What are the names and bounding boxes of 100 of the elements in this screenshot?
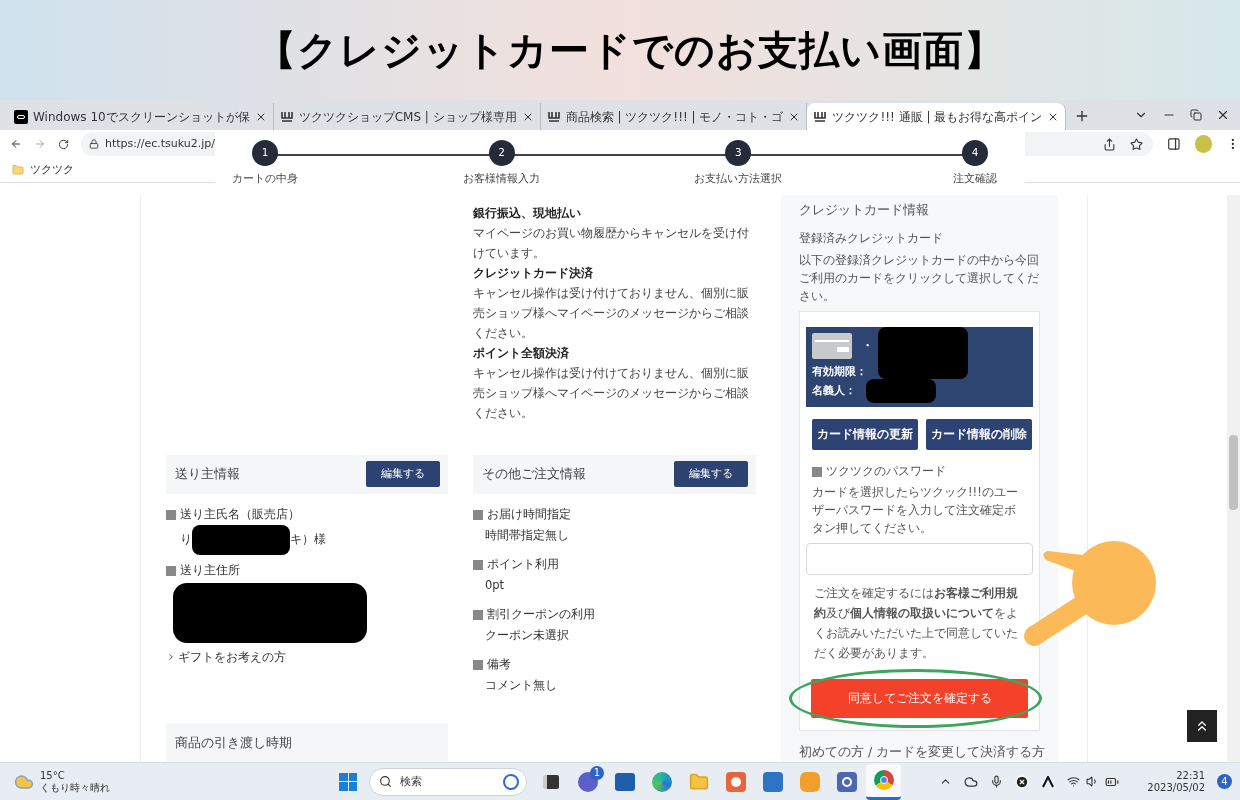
folder-icon	[12, 164, 24, 176]
share-icon[interactable]	[1102, 137, 1116, 151]
field-value: り	[180, 530, 192, 548]
store-icon[interactable]	[614, 772, 635, 791]
step-label: お客様情報入力	[463, 171, 541, 186]
bullet-square-icon	[473, 659, 483, 670]
step-label: カートの中身	[232, 171, 298, 186]
temperature-text: 15°C	[40, 769, 66, 782]
subsection-title: 登録済みクレジットカード	[799, 229, 944, 247]
mail-app-icon[interactable]	[725, 771, 746, 792]
field-label: ポイント利用	[487, 555, 559, 573]
contact-app-icon[interactable]	[836, 771, 857, 792]
chevron-right-icon	[166, 652, 176, 663]
restore-icon[interactable]	[1190, 109, 1202, 121]
panel-title: クレジットカード情報	[799, 201, 930, 219]
bullet-square-icon	[473, 559, 483, 570]
back-icon[interactable]	[10, 137, 22, 151]
wifi-icon[interactable]	[1067, 775, 1081, 788]
back-to-top-button[interactable]	[1187, 710, 1217, 742]
tab-title: Windows 10でスクリーンショットが保	[33, 108, 250, 126]
policy-text: キャンセル操作は受け付けておりません、個別に販売ショップ様へマイページのメッセージからご相談ください。	[473, 285, 750, 342]
expiry-label: 有効期限：	[812, 364, 867, 379]
policy-heading: 銀行振込、現地払い	[473, 205, 582, 222]
circle-logo-icon	[503, 773, 519, 790]
bullet-square-icon	[166, 565, 176, 576]
round-logo-icon[interactable]	[873, 770, 894, 790]
field-value: キ）様	[290, 530, 326, 548]
confirm-order-button[interactable]: 同意してご注文を確定する	[811, 679, 1028, 719]
site-logo-icon	[14, 109, 28, 124]
bullet-square-icon	[166, 509, 176, 520]
field-label: 割引クーポンの利用	[487, 605, 595, 623]
field-value: 時間帯指定無し	[485, 527, 569, 545]
section-title: 送り主情報	[175, 465, 240, 484]
start-icon[interactable]	[339, 772, 357, 791]
badge: 1	[590, 765, 604, 780]
instruction-text: カードを選択したらツクック!!!のユーザーパスワードを入力して注文確定ボタン押してください。	[811, 484, 1019, 538]
banner-title: 【クレジットカードでのお支払い画面】	[255, 26, 1005, 75]
avatar	[1194, 135, 1213, 153]
tab-title: 商品検索 | ツクツク!!! | モノ・コト・ゴ	[565, 108, 784, 126]
x-circle-icon[interactable]	[1015, 774, 1030, 789]
agreement-text: ご注文を確定するにはお客様ご利用規約及び個人情報の取扱いについてをよくお読みいただいた上で同意していただく必要があります。	[813, 585, 1019, 663]
bookmark-star-icon[interactable]	[1129, 137, 1143, 151]
field-label: お届け時間指定	[487, 505, 571, 523]
card-number-text: ・	[862, 338, 873, 354]
side-panel-icon[interactable]	[1166, 137, 1181, 151]
browser-icon[interactable]	[651, 771, 672, 792]
reload-icon[interactable]	[57, 137, 69, 151]
bullet-square-icon	[812, 466, 822, 477]
edit-button[interactable]: 編集する	[366, 461, 440, 488]
close-icon[interactable]	[1216, 108, 1230, 122]
step-label: お支払い方法選択	[694, 171, 783, 186]
search-icon	[379, 774, 392, 788]
section-title: 商品の引き渡し時期	[175, 733, 292, 752]
photo-app-icon[interactable]	[762, 771, 783, 792]
bullet-square-icon	[473, 509, 483, 520]
step-label: 注文確認	[952, 171, 997, 186]
cloud-icon[interactable]	[964, 774, 979, 789]
policy-text: マイページのお買い物履歴からキャンセルを受け付けています。	[473, 225, 750, 262]
weather-text: くもり時々晴れ	[40, 781, 110, 794]
tab-title: ツクツクショップCMS | ショップ様専用	[298, 108, 517, 126]
policy-heading: ポイント全額決済	[473, 345, 570, 362]
taskbar-app-button[interactable]: 1	[570, 763, 605, 800]
card-icon	[812, 333, 852, 359]
microphone-icon[interactable]	[990, 775, 1004, 788]
browser-tab[interactable]: ツクツク!!! 通販 | 最もお得な高ポイン	[807, 103, 1067, 130]
section-title: その他ご注文情報	[482, 465, 586, 484]
field-label: ツクツクのパスワード	[826, 463, 946, 480]
address-field[interactable]: https://ec.tsuku2.jp/	[81, 132, 215, 156]
taskbar-search-field[interactable]: 検索	[369, 767, 527, 796]
subsection-title: 初めての方 / カードを変更して決済する方	[799, 743, 1046, 762]
policy-heading: クレジットカード決済	[473, 265, 594, 282]
edit-button[interactable]: 編集する	[674, 461, 748, 488]
taskbar-app-button[interactable]	[866, 763, 901, 800]
registered-card[interactable]: ・ 有効期限： 名義人：	[806, 327, 1033, 407]
shop-logo-icon	[546, 109, 561, 124]
lock-icon	[89, 139, 99, 149]
bullet-square-icon	[473, 609, 483, 620]
holder-label: 名義人：	[812, 382, 856, 398]
instruction-text: 以下の登録済クレジットカードの中から今回ご利用のカードをクリックして選択してください。	[799, 252, 1040, 305]
bookmark[interactable]: ツクツク	[12, 162, 74, 178]
time-text: 22:31	[1176, 769, 1205, 782]
date-text: 2023/05/02	[1147, 781, 1205, 794]
shop-logo-icon	[279, 109, 294, 124]
policy-text: キャンセル操作は受け付けておりません、個別に販売ショップ様へマイページのメッセージからご相談ください。	[473, 365, 750, 422]
field-label: 送り主住所	[180, 561, 240, 579]
clock[interactable]: 22:31 2023/05/02	[1147, 769, 1205, 794]
task-view-icon[interactable]	[542, 774, 559, 789]
password-field[interactable]	[806, 543, 1033, 576]
letter-a-icon[interactable]	[1041, 774, 1056, 789]
gift-link[interactable]: ギフトをお考えの方	[166, 648, 286, 666]
shop-logo-icon	[813, 109, 828, 124]
url-text: https://ec.tsuku2.jp/	[105, 135, 215, 152]
field-value: クーポン未選択	[485, 627, 569, 645]
card-action-button[interactable]: カード情報の更新	[812, 419, 918, 450]
field-value: コメント無し	[485, 677, 557, 695]
field-value: 0pt	[485, 577, 505, 595]
field-label: 送り主氏名（販売店）	[180, 505, 300, 523]
card-action-button[interactable]: カード情報の削除	[926, 419, 1032, 450]
notification-badge[interactable]: 4	[1217, 774, 1232, 789]
tab-title: ツクツク!!! 通販 | 最もお得な高ポイン	[832, 108, 1043, 126]
